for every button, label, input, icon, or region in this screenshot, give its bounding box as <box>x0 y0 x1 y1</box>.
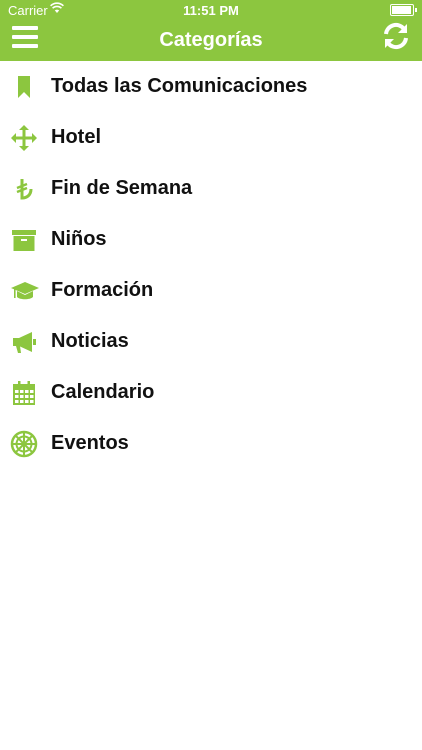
category-item-eventos[interactable]: Eventos <box>0 418 422 469</box>
category-item-hotel[interactable]: Hotel <box>0 112 422 163</box>
category-item-fin-de-semana[interactable]: Fin de Semana <box>0 163 422 214</box>
category-label: Formación <box>51 279 154 301</box>
status-bar: Carrier 11:51 PM <box>0 0 422 20</box>
bookmark-icon <box>18 76 30 98</box>
page-title: Categorías <box>159 29 263 51</box>
megaphone-icon <box>13 332 36 353</box>
graduation-cap-icon <box>11 282 39 300</box>
category-label: Eventos <box>51 432 129 454</box>
category-item-ninos[interactable]: Niños <box>0 214 422 265</box>
category-label: Fin de Semana <box>51 177 193 199</box>
app-header: Carrier 11:51 PM Categorías <box>0 0 422 61</box>
battery-icon <box>390 4 417 16</box>
calendar-icon <box>13 381 35 405</box>
category-label: Noticias <box>51 330 129 352</box>
category-item-todas[interactable]: Todas las Comunicaciones <box>0 61 422 112</box>
move-arrows-icon <box>11 125 37 151</box>
category-list: Todas las Comunicaciones Hotel Fin de Se… <box>0 61 422 469</box>
category-label: Hotel <box>51 126 101 148</box>
category-item-calendario[interactable]: Calendario <box>0 367 422 418</box>
category-label: Calendario <box>51 381 155 403</box>
category-item-formacion[interactable]: Formación <box>0 265 422 316</box>
archive-box-icon <box>12 230 36 251</box>
empire-icon <box>10 430 38 458</box>
category-label: Todas las Comunicaciones <box>51 75 308 97</box>
category-item-noticias[interactable]: Noticias <box>0 316 422 367</box>
navigation-bar: Categorías <box>0 20 422 61</box>
refresh-icon <box>384 22 408 50</box>
status-time: 11:51 PM <box>183 3 239 18</box>
category-label: Niños <box>51 228 107 250</box>
refresh-button[interactable] <box>380 20 412 52</box>
lira-icon <box>16 179 33 200</box>
